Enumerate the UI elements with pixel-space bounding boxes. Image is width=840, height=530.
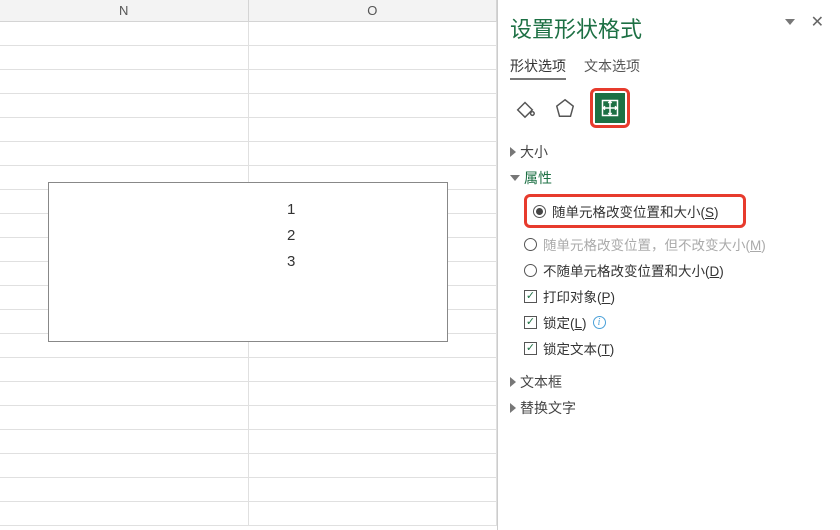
option-label: 锁定文本(T)	[543, 338, 614, 358]
section-header-properties[interactable]: 属性	[510, 168, 824, 188]
column-header-N[interactable]: N	[0, 0, 249, 21]
size-properties-category-button[interactable]	[595, 93, 625, 123]
section-label: 大小	[520, 142, 548, 162]
shape-text-line: 3	[287, 249, 295, 275]
checkbox-icon	[524, 290, 537, 303]
chevron-right-icon	[510, 377, 516, 387]
panel-title: 设置形状格式	[510, 12, 824, 44]
tab-shape-options[interactable]: 形状选项	[510, 56, 566, 80]
text-box-shape[interactable]: 1 2 3	[48, 182, 448, 342]
grid-body[interactable]: 1 2 3	[0, 22, 497, 530]
close-panel-button[interactable]: ✕	[811, 12, 824, 32]
section-body-properties: 随单元格改变位置和大小(S) 随单元格改变位置，但不改变大小(M) 不随单元格改…	[524, 194, 824, 358]
tab-text-options[interactable]: 文本选项	[584, 56, 640, 80]
checkbox-icon	[524, 342, 537, 355]
shape-text: 1 2 3	[287, 197, 295, 275]
section-header-size[interactable]: 大小	[510, 142, 824, 162]
size-properties-icon	[600, 98, 620, 118]
chevron-right-icon	[510, 403, 516, 413]
option-label: 随单元格改变位置，但不改变大小(M)	[543, 234, 766, 254]
radio-icon	[533, 205, 546, 218]
column-header-row: N O	[0, 0, 497, 22]
shape-text-line: 2	[287, 223, 295, 249]
column-header-O[interactable]: O	[249, 0, 498, 21]
option-locked[interactable]: 锁定(L) i	[524, 312, 824, 332]
radio-icon	[524, 264, 537, 277]
section-label: 属性	[524, 168, 552, 188]
category-icons	[510, 88, 824, 128]
section-label: 文本框	[520, 372, 562, 392]
paint-bucket-icon	[514, 97, 536, 119]
chevron-right-icon	[510, 147, 516, 157]
fill-line-category-button[interactable]	[510, 93, 540, 123]
option-label: 锁定(L)	[543, 312, 587, 332]
checkbox-icon	[524, 316, 537, 329]
option-label: 随单元格改变位置和大小(S)	[552, 201, 719, 221]
section-header-alt-text[interactable]: 替换文字	[510, 398, 824, 418]
section-label: 替换文字	[520, 398, 576, 418]
info-icon[interactable]: i	[593, 316, 606, 329]
panel-options-dropdown-icon[interactable]	[785, 19, 795, 25]
option-lock-text[interactable]: 锁定文本(T)	[524, 338, 824, 358]
option-print-object[interactable]: 打印对象(P)	[524, 286, 824, 306]
highlight-annotation-option: 随单元格改变位置和大小(S)	[524, 194, 746, 228]
option-label: 不随单元格改变位置和大小(D)	[543, 260, 724, 280]
pentagon-icon	[554, 97, 576, 119]
app-root: N O 1	[0, 0, 840, 530]
effects-category-button[interactable]	[550, 93, 580, 123]
radio-icon	[524, 238, 537, 251]
spreadsheet-area[interactable]: N O 1	[0, 0, 498, 530]
highlight-annotation-icon	[590, 88, 630, 128]
option-label: 打印对象(P)	[543, 286, 615, 306]
panel-tabs: 形状选项 文本选项	[510, 56, 824, 80]
option-move-and-size[interactable]: 随单元格改变位置和大小(S)	[524, 194, 824, 228]
format-shape-panel: ✕ 设置形状格式 形状选项 文本选项	[498, 0, 840, 530]
section-header-textbox[interactable]: 文本框	[510, 372, 824, 392]
option-move-no-size[interactable]: 随单元格改变位置，但不改变大小(M)	[524, 234, 804, 254]
option-no-move-no-size[interactable]: 不随单元格改变位置和大小(D)	[524, 260, 824, 280]
chevron-down-icon	[510, 175, 520, 181]
shape-text-line: 1	[287, 197, 295, 223]
